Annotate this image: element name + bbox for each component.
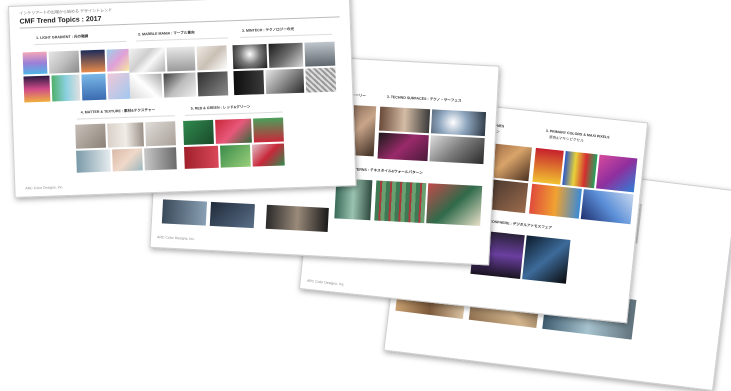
slide2-photo-techno-3 — [377, 132, 429, 162]
slide1-caption-marble-mania: 2. MARBLE MANIA : マーブル意向 — [138, 30, 195, 37]
slide1-caption-mintech: 3. MINTECH : テクノロジーの光 — [241, 27, 295, 33]
slide1-photo-gradient-4 — [106, 48, 130, 72]
slide1-photo-texture-4 — [76, 149, 111, 173]
slide3-caption-b2: 原色&マキシピクセル — [548, 135, 584, 143]
slide1-caption-red-green: 5. RED & GREEN : レッド&グリーン — [190, 104, 251, 111]
slide1-title: CMF Trend Topics : 2017 — [19, 15, 102, 26]
slide1-photo-tech-3 — [304, 41, 336, 67]
slide1-photo-texture-2 — [107, 122, 144, 148]
slide3-photo-primary-5 — [580, 189, 634, 225]
slide3-photo-digital-2 — [522, 235, 571, 284]
slide2-photo-bottom-1 — [161, 199, 208, 226]
slide2-photo-wall-3 — [426, 183, 483, 226]
slide2-photo-techno-1 — [378, 106, 431, 134]
slide1-photo-marble-6 — [197, 71, 229, 97]
slide1-footer: ARC Color Designs, Inc. — [25, 185, 64, 191]
slide1-photo-texture-5 — [112, 148, 143, 172]
slide1-photo-gradient-8 — [107, 72, 131, 100]
slide1-desc-line-3 — [240, 33, 333, 38]
slide2-footer: ARC Color Designs, Inc. — [156, 235, 196, 242]
slide2-photo-techno-4 — [429, 135, 485, 165]
slide1-desc-line-4 — [76, 115, 175, 120]
slide1-photo-redgreen-5 — [220, 144, 251, 168]
slide1-photo-redgreen-6 — [251, 143, 285, 167]
slide-thumbnail-1[interactable]: インテリアートの出場から始める デザイントレンド CMF Trend Topic… — [8, 0, 357, 198]
slide1-photo-marble-1 — [128, 47, 166, 73]
slide3-photo-primary-1 — [532, 147, 564, 185]
slide1-photo-gradient-2 — [48, 50, 80, 74]
slide1-photo-tech-5 — [265, 68, 305, 95]
slide3-photo-primary-2 — [562, 151, 598, 189]
slide1-photo-gradient-1 — [22, 51, 48, 75]
slide1-photo-tech-1 — [232, 44, 268, 70]
slide1-caption-matter-texture: 4. MATTER & TEXTURE : 素材&テクスチャー — [80, 107, 156, 115]
slide3-photo-primary-4 — [529, 183, 582, 219]
slide1-photo-texture-1 — [75, 123, 107, 149]
slide1-photo-tech-2 — [268, 42, 304, 68]
slide2-caption-b: 3. TECHNO SURFACES : テクノ・サーフェス — [386, 94, 462, 103]
slide1-desc-line-5 — [184, 111, 283, 116]
slide2-photo-wall-2 — [374, 180, 427, 224]
slide3-photo-primary-3 — [596, 154, 638, 193]
slide1-photo-gradient-6 — [51, 74, 81, 102]
slide1-photo-tech-6 — [305, 67, 337, 93]
slide1-photo-marble-4 — [129, 73, 163, 99]
slide2-photo-bottom-2 — [209, 201, 255, 229]
slide1-caption-light-gradient: 1. LIGHT GRADIENT : 光の階調 — [36, 34, 89, 41]
slide1-photo-marble-5 — [163, 72, 197, 98]
slide1-photo-marble-2 — [166, 46, 196, 72]
slide1-photo-redgreen-1 — [183, 119, 214, 145]
slide1-photo-gradient-3 — [80, 49, 106, 73]
slide1-photo-texture-3 — [145, 121, 176, 147]
slide1-photo-redgreen-3 — [253, 117, 284, 143]
slide3-footer: ARC Color Designs, Inc. — [306, 278, 345, 287]
slide1-desc-line-1 — [34, 40, 127, 46]
slide2-photo-techno-2 — [430, 109, 487, 137]
slide1-photo-marble-3 — [196, 45, 228, 71]
slide1-photo-tech-4 — [233, 70, 265, 96]
slide1-photo-redgreen-4 — [184, 145, 219, 169]
slide2-photo-bottom-3 — [265, 204, 329, 233]
slide1-photo-gradient-7 — [81, 73, 107, 101]
slide1-desc-line-2 — [136, 37, 229, 42]
slide1-photo-redgreen-2 — [215, 118, 252, 144]
slide1-photo-texture-6 — [144, 147, 177, 171]
slide1-photo-gradient-5 — [23, 75, 51, 103]
